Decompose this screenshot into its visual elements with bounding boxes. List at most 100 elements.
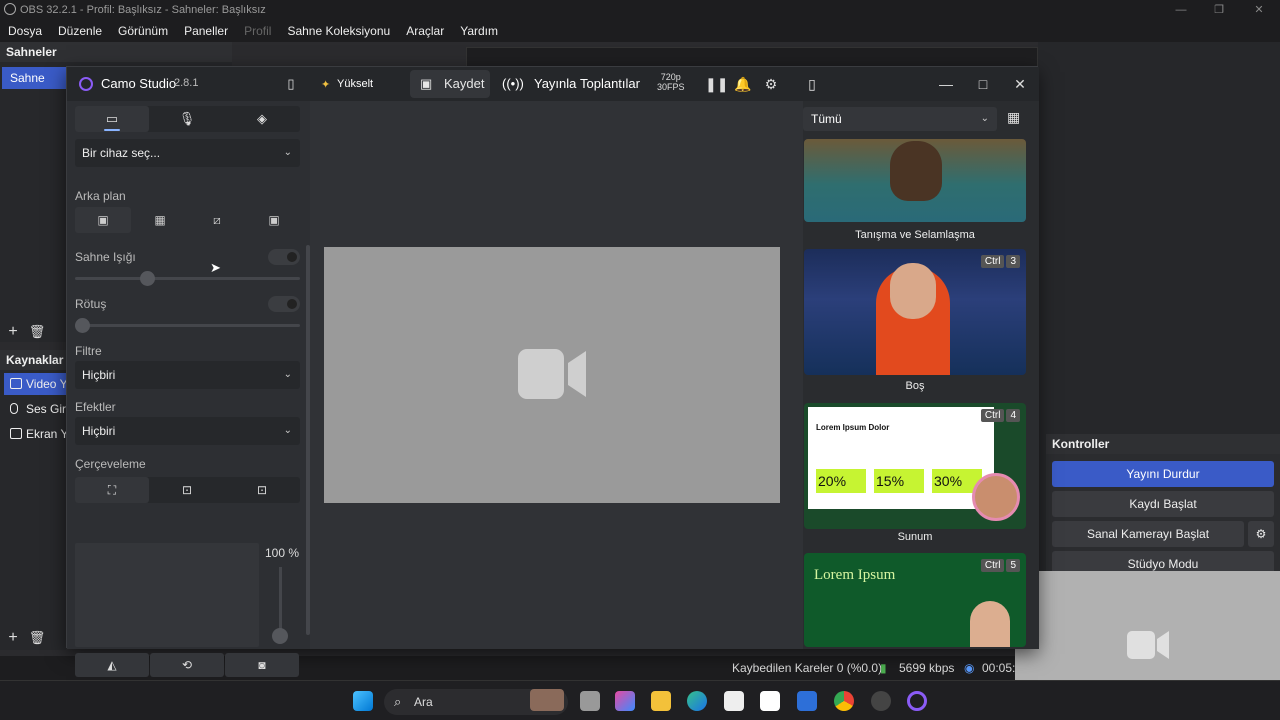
remove-background-icon: ⧄ xyxy=(213,213,221,227)
frame-track-icon: ⊡ xyxy=(256,483,268,497)
device-select[interactable]: Bir cihaz seç... ⌄ xyxy=(75,139,300,167)
stage-light-toggle[interactable] xyxy=(268,249,300,265)
add-source-icon[interactable]: + xyxy=(4,629,22,647)
menu-tools[interactable]: Araçlar xyxy=(406,24,444,38)
background-blur-option[interactable]: ▦ xyxy=(132,207,188,233)
upgrade-button[interactable]: Yükselt xyxy=(337,78,373,90)
scene-list-item[interactable]: Sahne xyxy=(2,67,66,89)
controls-dock: Kontroller Yayını Durdur Kaydı Başlat Sa… xyxy=(1046,434,1280,577)
stage-light-label: Sahne Işığı xyxy=(75,250,136,264)
rotate-icon: ⟲ xyxy=(181,658,193,672)
copilot-icon[interactable] xyxy=(615,691,635,711)
resolution-badge[interactable]: 720p 30FPS xyxy=(657,72,685,92)
camo-taskbar-icon[interactable] xyxy=(907,691,927,711)
task-view-icon[interactable] xyxy=(580,691,600,711)
gallery-filter-select[interactable]: Tümü ⌄ xyxy=(803,107,997,131)
settings-gear-icon[interactable]: ⚙ xyxy=(763,76,779,92)
add-scene-icon[interactable]: + xyxy=(4,323,22,341)
presenter-thumbnail xyxy=(890,141,942,201)
background-remove-option[interactable]: ⧄ xyxy=(189,207,245,233)
minimize-icon[interactable]: — xyxy=(938,76,954,92)
shortcut-badge: Ctrl 3 xyxy=(980,255,1020,268)
sidebar-toggle-icon[interactable]: ▯ xyxy=(283,76,299,92)
maximize-icon[interactable]: ❐ xyxy=(1200,0,1238,20)
stage-light-slider[interactable] xyxy=(75,271,300,286)
framing-fit-option[interactable]: ⛶ xyxy=(75,477,149,503)
settings-panel: ▭ 🎙 ◈ Bir cihaz seç... ⌄ Arka plan ▣ ▦ ⧄ … xyxy=(67,101,310,677)
flip-icon: ◭ xyxy=(107,658,117,672)
tab-layers[interactable]: ◈ xyxy=(225,106,299,132)
scene-card-blank[interactable]: Ctrl 3 xyxy=(804,249,1026,375)
effects-select[interactable]: Hiçbiri ⌄ xyxy=(75,417,300,445)
scene-card-presentation[interactable]: Lorem Ipsum Dolor 20% 15% 30% Ctrl 4 xyxy=(804,403,1026,529)
file-explorer-icon[interactable] xyxy=(651,691,671,711)
scene-card-lorem[interactable]: Lorem Ipsum Ctrl 5 xyxy=(804,553,1026,647)
dropped-frames: Kaybedilen Kareler 0 (%0.0) xyxy=(732,661,883,675)
framing-center-option[interactable]: ⊡ xyxy=(150,477,224,503)
grid-view-icon[interactable]: ▦ xyxy=(1007,109,1025,127)
framing-preview[interactable] xyxy=(75,543,259,647)
background-image-option[interactable]: ▣ xyxy=(246,207,302,233)
windows-start-icon[interactable] xyxy=(353,691,373,711)
retouch-slider[interactable] xyxy=(75,318,300,333)
menu-view[interactable]: Görünüm xyxy=(118,24,168,38)
scene-gallery: Tümü ⌄ ▦ Tanışma ve Selamlaşma Ctrl 3 Boş … xyxy=(803,101,1039,649)
mail-icon[interactable] xyxy=(797,691,817,711)
shortcut-badge: Ctrl 5 xyxy=(980,559,1020,572)
menu-help[interactable]: Yardım xyxy=(460,24,498,38)
menu-docks[interactable]: Paneller xyxy=(184,24,228,38)
rotate-button[interactable]: ⟲ xyxy=(150,653,224,677)
edge-icon[interactable] xyxy=(687,691,707,711)
close-icon[interactable]: ✕ xyxy=(1240,0,1278,20)
background-none-option[interactable]: ▣ xyxy=(75,207,131,233)
person-icon: ▣ xyxy=(97,213,109,227)
framing-track-option[interactable]: ⊡ xyxy=(225,477,299,503)
snapshot-button[interactable]: ◙ xyxy=(225,653,299,677)
remove-source-icon[interactable]: 🗑 xyxy=(28,629,46,647)
tab-video[interactable]: ▭ xyxy=(75,106,149,132)
notepad-icon[interactable] xyxy=(760,691,780,711)
camo-title-bar: Camo Studio 2.8.1 ▯ ✦ Yükselt ▣ Kaydet (… xyxy=(67,67,1039,101)
slider-knob[interactable] xyxy=(140,271,156,286)
gear-icon[interactable]: ⚙ xyxy=(1248,521,1274,547)
obs-taskbar-icon[interactable] xyxy=(871,691,891,711)
chevron-down-icon: ⌄ xyxy=(283,369,292,380)
menu-profile[interactable]: Profil xyxy=(244,24,271,38)
menu-file[interactable]: Dosya xyxy=(8,24,42,38)
menu-scene-collection[interactable]: Sahne Koleksiyonu xyxy=(287,24,390,38)
minimize-icon[interactable]: — xyxy=(1162,0,1200,20)
bell-icon[interactable]: 🔔 xyxy=(734,76,751,92)
widgets-icon[interactable] xyxy=(530,689,564,711)
scene-card-intro[interactable] xyxy=(804,139,1026,222)
source-item-video[interactable]: Video Y xyxy=(4,373,66,395)
retouch-toggle[interactable] xyxy=(268,296,300,312)
source-item-screen[interactable]: Ekran Y xyxy=(4,423,66,445)
chevron-down-icon: ⌄ xyxy=(283,147,292,158)
tab-audio[interactable]: 🎙 xyxy=(150,106,224,132)
zoom-slider[interactable] xyxy=(279,567,282,637)
zoom-slider-knob[interactable] xyxy=(272,628,288,644)
signal-icon: ▮ xyxy=(880,661,887,675)
pause-icon[interactable]: ❚❚ xyxy=(705,76,728,92)
meetings-button[interactable]: Toplantılar xyxy=(580,76,640,91)
filter-select[interactable]: Hiçbiri ⌄ xyxy=(75,361,300,389)
presenter-thumbnail xyxy=(970,601,1010,647)
flip-horizontal-button[interactable]: ◭ xyxy=(75,653,149,677)
store-icon[interactable] xyxy=(724,691,744,711)
slide-thumbnail: Lorem Ipsum Dolor 20% 15% 30% xyxy=(808,407,994,509)
video-camera-icon xyxy=(1127,631,1169,659)
obs-menu-bar: Dosya Düzenle Görünüm Paneller Profil Sa… xyxy=(0,20,1280,42)
stop-stream-button[interactable]: Yayını Durdur xyxy=(1052,461,1274,487)
chrome-icon[interactable] xyxy=(834,691,854,711)
maximize-icon[interactable]: □ xyxy=(975,76,991,92)
panel-toggle-icon[interactable]: ▯ xyxy=(804,76,820,92)
record-button[interactable]: ▣ Kaydet xyxy=(410,70,490,98)
start-virtual-camera-button[interactable]: Sanal Kamerayı Başlat xyxy=(1052,521,1244,547)
source-item-audio[interactable]: Ses Giri xyxy=(4,398,66,420)
stream-button[interactable]: Yayınla xyxy=(534,76,576,91)
close-icon[interactable]: ✕ xyxy=(1012,76,1028,92)
remove-scene-icon[interactable]: 🗑 xyxy=(28,323,46,341)
start-recording-button[interactable]: Kaydı Başlat xyxy=(1052,491,1274,517)
menu-edit[interactable]: Düzenle xyxy=(58,24,102,38)
slider-knob[interactable] xyxy=(75,318,90,333)
